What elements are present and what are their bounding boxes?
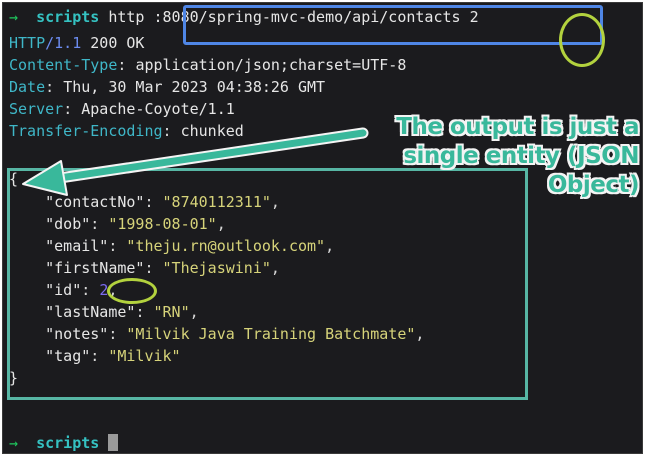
callout-line: Object) bbox=[547, 172, 640, 198]
block-cursor-icon bbox=[108, 434, 119, 451]
prompt-directory: scripts bbox=[36, 8, 100, 26]
http-status-line: HTTP/1.1 200 OK bbox=[9, 33, 144, 53]
header-key: Date bbox=[9, 78, 46, 96]
callout-line: The output is just a bbox=[396, 114, 639, 140]
terminal-window[interactable]: → scripts http :8080/spring-mvc-demo/api… bbox=[2, 2, 643, 454]
http-status: 200 OK bbox=[90, 34, 145, 52]
header-value: chunked bbox=[180, 122, 244, 140]
header-value: Apache-Coyote/1.1 bbox=[81, 100, 235, 118]
command-program: http bbox=[108, 8, 145, 26]
prompt-directory: scripts bbox=[36, 434, 100, 452]
id-highlight-circle bbox=[107, 278, 157, 304]
response-header: Content-Type: application/json;charset=U… bbox=[9, 56, 407, 74]
header-value: application/json;charset=UTF-8 bbox=[135, 56, 407, 74]
callout-line: single entity (JSON bbox=[403, 143, 639, 169]
prompt-arrow-icon: → bbox=[9, 434, 19, 452]
json-body-highlight-box bbox=[7, 168, 528, 400]
http-version: /1.1 bbox=[45, 34, 82, 52]
response-header: Date: Thu, 30 Mar 2023 04:38:26 GMT bbox=[9, 78, 326, 96]
header-key: Transfer-Encoding bbox=[9, 122, 163, 140]
response-header: Transfer-Encoding: chunked bbox=[9, 122, 244, 140]
response-header: Server: Apache-Coyote/1.1 bbox=[9, 100, 235, 118]
annotation-callout: The output is just a single entity (JSON… bbox=[333, 113, 639, 200]
url-highlight-box bbox=[183, 5, 603, 45]
http-protocol: HTTP bbox=[9, 34, 46, 52]
next-prompt-line[interactable]: → scripts bbox=[9, 433, 119, 453]
header-key: Content-Type bbox=[9, 56, 118, 74]
prompt-arrow-icon: → bbox=[9, 8, 19, 26]
argument-highlight-circle bbox=[559, 13, 605, 67]
header-value: Thu, 30 Mar 2023 04:38:26 GMT bbox=[63, 78, 326, 96]
header-key: Server bbox=[9, 100, 64, 118]
